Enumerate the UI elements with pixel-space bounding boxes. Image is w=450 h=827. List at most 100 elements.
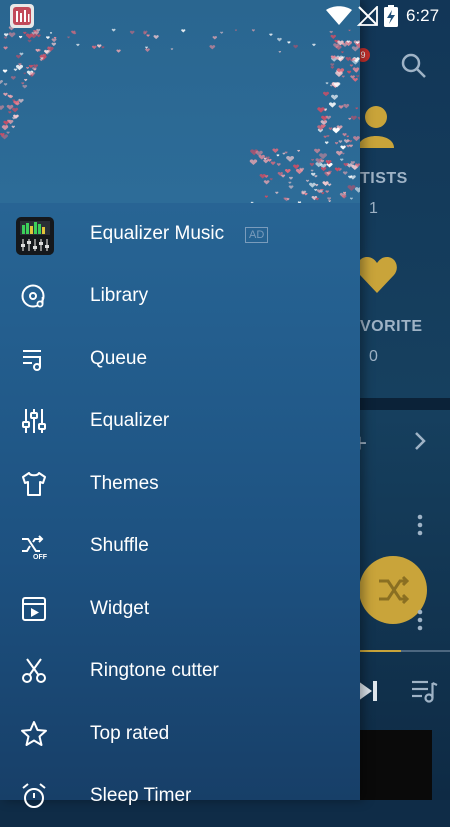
favorite-heart-icon xyxy=(357,257,397,293)
heart-confetti xyxy=(341,75,345,78)
battery-charging-icon xyxy=(384,5,398,27)
heart-confetti xyxy=(36,34,41,38)
menu-item-library[interactable]: Library xyxy=(0,265,360,327)
heart-confetti xyxy=(297,149,301,152)
heart-confetti xyxy=(288,181,292,184)
equalizer-app-icon xyxy=(16,217,54,255)
heart-confetti xyxy=(275,191,279,195)
more-vertical-icon[interactable] xyxy=(414,608,426,632)
queue-music-icon[interactable] xyxy=(410,678,438,704)
heart-confetti xyxy=(314,188,318,192)
heart-confetti xyxy=(349,144,353,148)
menu-item-equalizer[interactable]: Equalizer xyxy=(0,390,360,452)
heart-confetti xyxy=(76,43,80,47)
heart-confetti xyxy=(351,46,359,52)
heart-confetti xyxy=(338,105,344,109)
heart-confetti xyxy=(51,42,57,47)
heart-confetti xyxy=(286,155,295,162)
heart-confetti xyxy=(6,131,10,134)
heart-confetti xyxy=(23,72,26,75)
menu-item-label: Top rated xyxy=(90,723,170,744)
heart-confetti xyxy=(310,169,314,172)
chevron-right-icon[interactable] xyxy=(412,430,428,452)
heart-confetti xyxy=(46,36,50,40)
library-disc-icon xyxy=(21,284,45,308)
menu-item-shuffle[interactable]: OFF Shuffle xyxy=(0,515,360,577)
menu-item-themes[interactable]: Themes xyxy=(0,453,360,515)
heart-confetti xyxy=(288,176,293,180)
heart-confetti xyxy=(278,50,282,53)
heart-confetti xyxy=(288,185,294,189)
heart-confetti xyxy=(328,200,331,203)
heart-confetti xyxy=(342,133,347,137)
heart-confetti xyxy=(293,164,300,170)
alarm-clock-icon xyxy=(22,783,46,808)
heart-confetti xyxy=(350,175,356,180)
heart-confetti xyxy=(326,135,330,138)
heart-confetti xyxy=(323,135,327,139)
shuffle-icon xyxy=(379,575,410,605)
heart-confetti xyxy=(309,162,315,167)
heart-confetti xyxy=(25,33,33,39)
menu-item-widget[interactable]: Widget xyxy=(0,578,360,640)
heart-confetti xyxy=(264,195,268,198)
heart-confetti xyxy=(269,33,273,37)
heart-confetti xyxy=(336,150,343,156)
heart-confetti xyxy=(284,169,291,174)
heart-confetti xyxy=(349,197,353,200)
shuffle-off-icon: OFF xyxy=(22,535,48,560)
heart-confetti xyxy=(281,174,286,178)
favorite-tab-label[interactable]: VORITE xyxy=(360,318,423,336)
heart-confetti xyxy=(272,148,279,153)
menu-item-queue[interactable]: Queue xyxy=(0,328,360,390)
heart-confetti xyxy=(328,102,336,108)
app-notification-icon xyxy=(10,4,34,28)
heart-confetti xyxy=(326,162,333,168)
heart-confetti xyxy=(2,69,8,73)
heart-confetti xyxy=(277,37,282,42)
heart-confetti xyxy=(13,68,18,72)
ad-badge: AD xyxy=(245,227,269,243)
menu-item-top-rated[interactable]: Top rated xyxy=(0,703,360,765)
heart-confetti xyxy=(263,180,270,185)
heart-confetti xyxy=(357,116,360,121)
heart-confetti xyxy=(49,32,53,34)
heart-confetti xyxy=(3,83,8,86)
heart-confetti xyxy=(269,178,273,181)
heart-confetti xyxy=(11,107,19,113)
heart-confetti xyxy=(315,183,319,187)
search-icon[interactable] xyxy=(400,52,428,80)
menu-item-sleep-timer[interactable]: Sleep Timer xyxy=(0,765,360,827)
heart-confetti xyxy=(3,36,8,40)
menu-item-label: Ringtone cutter xyxy=(90,660,219,681)
heart-confetti xyxy=(276,163,281,167)
heart-confetti xyxy=(27,39,32,43)
heart-confetti xyxy=(26,66,30,70)
heart-confetti xyxy=(346,135,350,138)
heart-confetti xyxy=(282,152,286,155)
heart-confetti xyxy=(15,54,21,59)
artists-tab-label[interactable]: TISTS xyxy=(360,170,408,188)
heart-confetti xyxy=(8,111,12,114)
menu-item-ringtone-cutter[interactable]: Ringtone cutter xyxy=(0,640,360,702)
heart-confetti xyxy=(67,36,70,39)
menu-item-label: Equalizer Music xyxy=(90,223,225,244)
more-vertical-icon[interactable] xyxy=(414,513,426,537)
heart-confetti xyxy=(101,46,105,49)
heart-confetti xyxy=(321,192,325,195)
playback-progress-fill xyxy=(360,650,401,652)
menu-item-equalizer-music-ad[interactable]: Equalizer Music AD xyxy=(0,203,360,265)
heart-confetti xyxy=(18,35,23,39)
heart-confetti xyxy=(352,77,358,82)
heart-confetti xyxy=(116,49,121,53)
artists-count: 1 xyxy=(369,200,378,217)
menu-item-label: Shuffle xyxy=(90,535,149,556)
heart-confetti xyxy=(0,80,4,84)
svg-text:OFF: OFF xyxy=(33,554,48,560)
heart-confetti xyxy=(145,46,148,49)
ad-banner[interactable] xyxy=(360,730,432,800)
queue-icon xyxy=(23,350,41,371)
heart-confetti xyxy=(212,36,218,40)
heart-confetti xyxy=(345,56,351,62)
heart-confetti xyxy=(21,82,25,85)
